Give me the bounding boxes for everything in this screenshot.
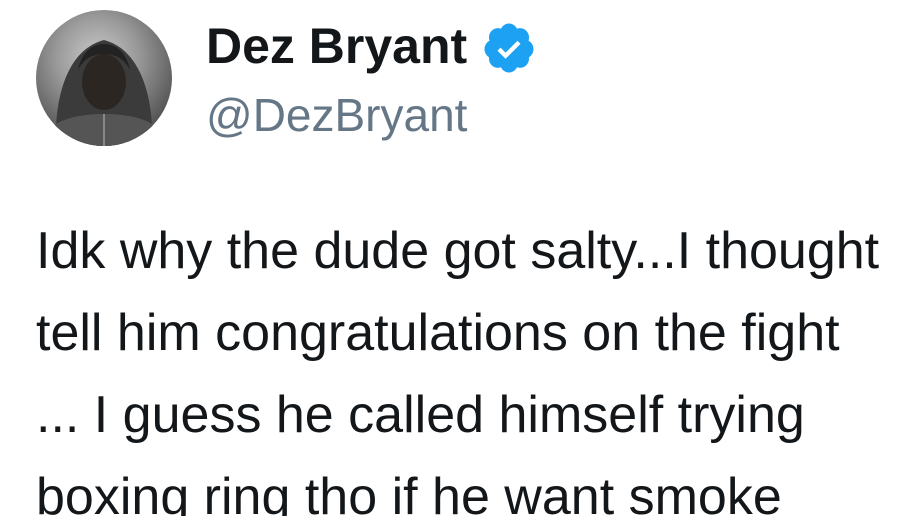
tweet-body-line: tell him congratulations on the fight [36, 304, 840, 362]
display-name[interactable]: Dez Bryant [206, 21, 467, 71]
profile-photo-icon [36, 40, 172, 146]
tweet-body: Idk why the dude got salty...I thought t… [36, 210, 912, 516]
tweet-card: Dez Bryant @DezBryant Idk why the dude g… [0, 0, 912, 516]
avatar[interactable] [36, 10, 172, 146]
tweet-body-line: ... I guess he called himself trying [36, 386, 805, 444]
tweet-body-line: boxing ring tho if he want smoke [36, 468, 782, 516]
author-name-row: Dez Bryant [206, 14, 537, 78]
tweet-body-line: Idk why the dude got salty...I thought [36, 222, 880, 280]
user-handle[interactable]: @DezBryant [206, 92, 467, 138]
verified-badge-icon [481, 20, 537, 76]
